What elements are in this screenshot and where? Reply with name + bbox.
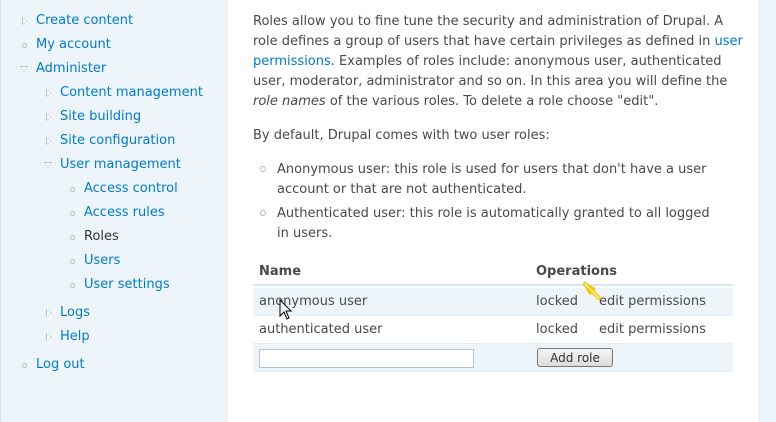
sidebar-item-user-management[interactable]: User management bbox=[41, 155, 221, 175]
bullet-icon bbox=[66, 251, 78, 271]
table-row: Add role bbox=[253, 344, 733, 372]
sidebar-navigation: Create content My account Administer Con… bbox=[0, 0, 228, 422]
sidebar-item-label: Log out bbox=[36, 357, 85, 372]
default-role-description: Authenticated user: this role is automat… bbox=[277, 206, 710, 241]
sidebar-item-users[interactable]: Users bbox=[65, 251, 225, 271]
sidebar-item-administer[interactable]: Administer bbox=[17, 59, 217, 79]
intro-text-1: Roles allow you to fine tune the securit… bbox=[253, 14, 724, 49]
bullet-icon bbox=[18, 355, 30, 375]
right-border-strip bbox=[758, 0, 776, 422]
default-roles-note: By default, Drupal comes with two user r… bbox=[253, 128, 550, 143]
main-content: Roles allow you to fine tune the securit… bbox=[228, 0, 758, 422]
sidebar-item-label: Content management bbox=[60, 85, 203, 100]
new-role-name-input[interactable] bbox=[259, 349, 474, 368]
role-name: anonymous user bbox=[259, 294, 368, 309]
sidebar-item-user-settings[interactable]: User settings bbox=[65, 275, 225, 295]
bullet-icon bbox=[260, 166, 266, 172]
sidebar-item-label: Roles bbox=[84, 229, 119, 244]
intro-emphasis: role names bbox=[253, 94, 326, 109]
sidebar-item-content-management[interactable]: Content management bbox=[41, 83, 221, 103]
mouse-cursor-icon bbox=[279, 299, 293, 320]
bullet-icon bbox=[66, 179, 78, 199]
sidebar-item-label: My account bbox=[36, 37, 111, 52]
triangle-right-icon bbox=[43, 303, 55, 323]
table-row: authenticated user locked edit permissio… bbox=[253, 316, 733, 344]
triangle-right-icon bbox=[43, 131, 55, 151]
sidebar-item-access-control[interactable]: Access control bbox=[65, 179, 225, 199]
intro-text-3: of the various roles. To delete a role c… bbox=[325, 94, 659, 109]
bullet-icon bbox=[260, 210, 266, 216]
sidebar-item-label: Site building bbox=[60, 109, 142, 124]
column-header-name: Name bbox=[259, 264, 302, 279]
sidebar-item-log-out[interactable]: Log out bbox=[17, 355, 217, 375]
sidebar-item-label: Access rules bbox=[84, 205, 165, 220]
table-row: anonymous user locked edit permissions bbox=[253, 288, 733, 316]
sidebar-item-logs[interactable]: Logs bbox=[41, 303, 221, 323]
role-status: locked bbox=[536, 322, 579, 337]
roles-intro-text: Roles allow you to fine tune the securit… bbox=[253, 12, 743, 112]
sidebar-item-label: Logs bbox=[60, 305, 90, 320]
bullet-icon bbox=[66, 275, 78, 295]
sidebar-item-label: Access control bbox=[84, 181, 178, 196]
sidebar-item-label: User settings bbox=[84, 277, 170, 292]
role-name: authenticated user bbox=[259, 322, 383, 337]
sidebar-item-label: Create content bbox=[36, 13, 134, 28]
bullet-icon bbox=[66, 227, 78, 247]
column-header-operations: Operations bbox=[536, 264, 617, 279]
default-role-description: Anonymous user: this role is used for us… bbox=[277, 162, 707, 197]
triangle-right-icon bbox=[19, 11, 31, 31]
sidebar-item-label: Site configuration bbox=[60, 133, 176, 148]
bullet-icon bbox=[66, 203, 78, 223]
edit-permissions-link[interactable]: edit permissions bbox=[599, 322, 706, 337]
sidebar-item-access-rules[interactable]: Access rules bbox=[65, 203, 225, 223]
add-role-button[interactable]: Add role bbox=[537, 348, 613, 367]
bullet-icon bbox=[18, 35, 30, 55]
sidebar-item-label: Users bbox=[84, 253, 121, 268]
sidebar-item-my-account[interactable]: My account bbox=[17, 35, 217, 55]
table-header: Name Operations bbox=[253, 258, 733, 286]
role-status: locked bbox=[536, 294, 579, 309]
click-highlight-icon bbox=[583, 282, 601, 300]
triangle-right-icon bbox=[43, 107, 55, 127]
triangle-right-icon bbox=[43, 327, 55, 347]
sidebar-item-create-content[interactable]: Create content bbox=[17, 11, 217, 31]
sidebar-item-label: Help bbox=[60, 329, 90, 344]
sidebar-item-roles[interactable]: Roles bbox=[65, 227, 225, 247]
triangle-down-icon bbox=[42, 155, 54, 175]
edit-permissions-link[interactable]: edit permissions bbox=[599, 294, 706, 309]
triangle-right-icon bbox=[43, 83, 55, 103]
sidebar-item-site-configuration[interactable]: Site configuration bbox=[41, 131, 221, 151]
sidebar-item-label: User management bbox=[60, 157, 181, 172]
sidebar-item-help[interactable]: Help bbox=[41, 327, 221, 347]
triangle-down-icon bbox=[18, 59, 30, 79]
sidebar-item-site-building[interactable]: Site building bbox=[41, 107, 221, 127]
sidebar-item-label: Administer bbox=[36, 61, 107, 76]
